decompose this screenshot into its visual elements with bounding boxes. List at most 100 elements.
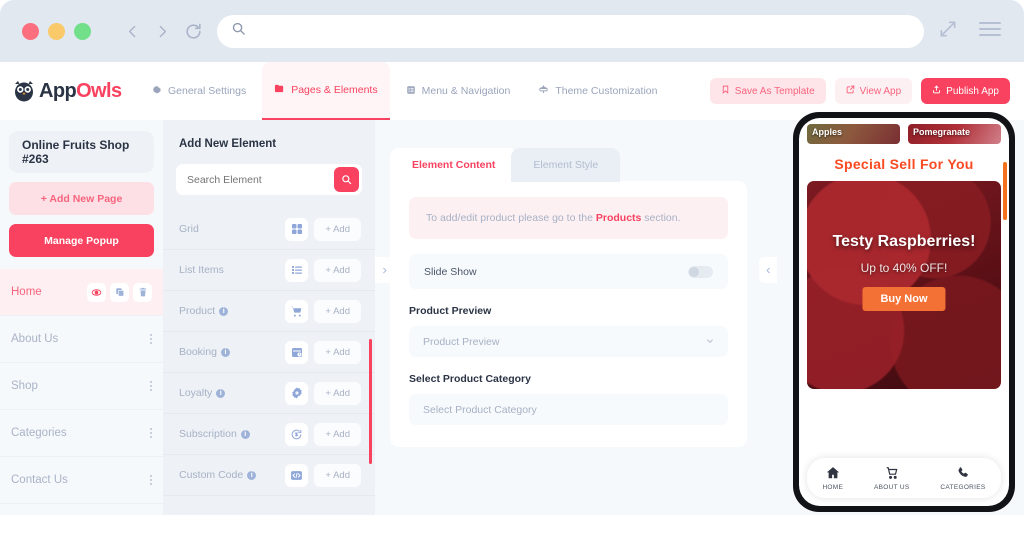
element-row-list-items[interactable]: List Items + Add: [163, 250, 375, 291]
expand-icon[interactable]: [938, 19, 958, 44]
products-notice: To add/edit product please go to the Pro…: [409, 197, 728, 239]
app-logo[interactable]: AppOwls: [12, 79, 122, 103]
settings-tabs: Element Content Element Style: [390, 120, 775, 182]
category-card-apples[interactable]: Apples: [807, 124, 900, 144]
preview-scrollbar[interactable]: [1003, 162, 1007, 220]
element-label: List Items: [179, 264, 224, 276]
select-product-category-input[interactable]: Select Product Category: [409, 394, 728, 425]
tab-pages-elements[interactable]: Pages & Elements: [262, 62, 389, 120]
add-new-page-button[interactable]: + Add New Page: [9, 182, 154, 215]
element-row-loyalty[interactable]: Loyaltyi + Add: [163, 373, 375, 414]
home-icon: [826, 466, 840, 482]
element-label-wrap: Loyaltyi: [179, 387, 285, 399]
info-icon[interactable]: i: [247, 471, 256, 480]
product-preview-value: Product Preview: [423, 336, 499, 348]
forward-icon[interactable]: [154, 23, 171, 40]
add-element-button[interactable]: + Add: [314, 423, 361, 446]
page-options-icon[interactable]: [150, 381, 152, 391]
element-label-wrap: Grid: [179, 223, 285, 235]
browser-nav-buttons: [124, 22, 203, 41]
address-bar[interactable]: [217, 15, 924, 48]
element-label: Custom Code: [179, 469, 243, 481]
element-label-wrap: Custom Code i: [179, 469, 285, 481]
info-icon[interactable]: i: [221, 348, 230, 357]
add-element-button[interactable]: + Add: [314, 300, 361, 323]
page-row-categories[interactable]: Categories: [0, 410, 163, 457]
owl-logo-icon: [12, 79, 36, 103]
view-app-button[interactable]: View App: [835, 78, 913, 104]
external-link-icon: [846, 85, 855, 97]
phone-screen: Apples Pomegranate Special Sell For You …: [799, 118, 1009, 506]
add-element-button[interactable]: + Add: [314, 218, 361, 241]
element-row-booking[interactable]: Bookingi + Add: [163, 332, 375, 373]
search-element-field[interactable]: [176, 164, 362, 195]
add-element-button[interactable]: + Add: [314, 341, 361, 364]
page-options-icon[interactable]: [150, 428, 152, 438]
tab-theme-customization[interactable]: Theme Customization: [526, 62, 669, 120]
products-link[interactable]: Products: [596, 212, 642, 224]
element-label: Product: [179, 305, 215, 317]
buy-now-button[interactable]: Buy Now: [862, 287, 945, 311]
phone-preview: Apples Pomegranate Special Sell For You …: [793, 112, 1015, 512]
tab-element-style[interactable]: Element Style: [511, 148, 620, 182]
info-icon[interactable]: i: [216, 389, 225, 398]
page-options-icon[interactable]: [150, 475, 152, 485]
product-preview-select[interactable]: Product Preview: [409, 326, 728, 357]
hamburger-menu-icon[interactable]: [978, 20, 1002, 43]
tab-element-content[interactable]: Element Content: [390, 148, 517, 182]
element-row-subscription[interactable]: Subscription i + Add: [163, 414, 375, 455]
tabbar-item-about-us[interactable]: ABOUT US: [874, 466, 910, 491]
slide-show-row[interactable]: Slide Show: [409, 254, 728, 289]
promo-title: Testy Raspberries!: [807, 233, 1001, 251]
add-element-button[interactable]: + Add: [314, 464, 361, 487]
element-row-product[interactable]: Product i + Add: [163, 291, 375, 332]
element-settings-panel: Element Content Element Style To add/edi…: [390, 120, 775, 515]
brand-text: AppOwls: [39, 80, 121, 103]
page-row-home[interactable]: Home: [0, 269, 163, 316]
gear-icon: [152, 85, 162, 98]
add-element-button[interactable]: + Add: [314, 259, 361, 282]
list-icon: [285, 259, 308, 282]
product-preview-label: Product Preview: [409, 305, 728, 317]
minimize-window-button[interactable]: [48, 23, 65, 40]
save-as-template-button[interactable]: Save As Template: [710, 78, 826, 104]
promo-banner[interactable]: Testy Raspberries! Up to 40% OFF! Buy No…: [807, 181, 1001, 389]
manage-popup-button[interactable]: Manage Popup: [9, 224, 154, 257]
settings-panel-body: To add/edit product please go to the Pro…: [390, 181, 747, 447]
select-product-category-value: Select Product Category: [423, 404, 537, 416]
page-row-contact-us[interactable]: Contact Us: [0, 457, 163, 504]
category-card-pomegranate[interactable]: Pomegranate: [908, 124, 1001, 144]
visibility-icon[interactable]: [87, 283, 106, 302]
info-icon[interactable]: i: [241, 430, 250, 439]
close-window-button[interactable]: [22, 23, 39, 40]
page-options-icon[interactable]: [150, 334, 152, 344]
slide-show-toggle[interactable]: [688, 266, 713, 278]
publish-app-button[interactable]: Publish App: [921, 78, 1010, 104]
element-label: Subscription: [179, 428, 237, 440]
tabbar-item-home[interactable]: HOME: [822, 466, 843, 491]
save-as-template-label: Save As Template: [735, 86, 815, 97]
reload-icon[interactable]: [184, 22, 203, 41]
page-row-about-us[interactable]: About Us: [0, 316, 163, 363]
back-icon[interactable]: [124, 23, 141, 40]
panel-title: Add New Element: [163, 120, 375, 150]
publish-app-label: Publish App: [946, 86, 999, 97]
search-submit-button[interactable]: [334, 167, 359, 192]
add-element-button[interactable]: + Add: [314, 382, 361, 405]
duplicate-icon[interactable]: [110, 283, 129, 302]
tab-menu-navigation[interactable]: Menu & Navigation: [394, 62, 523, 120]
delete-icon[interactable]: [133, 283, 152, 302]
header-nav: General Settings Pages & Elements Menu &…: [140, 62, 669, 120]
tab-menu-navigation-label: Menu & Navigation: [422, 85, 511, 97]
element-label-wrap: List Items: [179, 264, 285, 276]
search-input[interactable]: [187, 174, 334, 186]
tabbar-item-categories[interactable]: CATEGORIES: [940, 466, 985, 491]
info-icon[interactable]: i: [219, 307, 228, 316]
page-row-shop[interactable]: Shop: [0, 363, 163, 410]
element-list-scrollbar[interactable]: [369, 339, 372, 464]
element-row-grid[interactable]: Grid + Add: [163, 209, 375, 250]
element-row-custom-code[interactable]: Custom Code i + Add: [163, 455, 375, 496]
badge-icon: [285, 382, 308, 405]
maximize-window-button[interactable]: [74, 23, 91, 40]
tab-general-settings[interactable]: General Settings: [140, 62, 258, 120]
